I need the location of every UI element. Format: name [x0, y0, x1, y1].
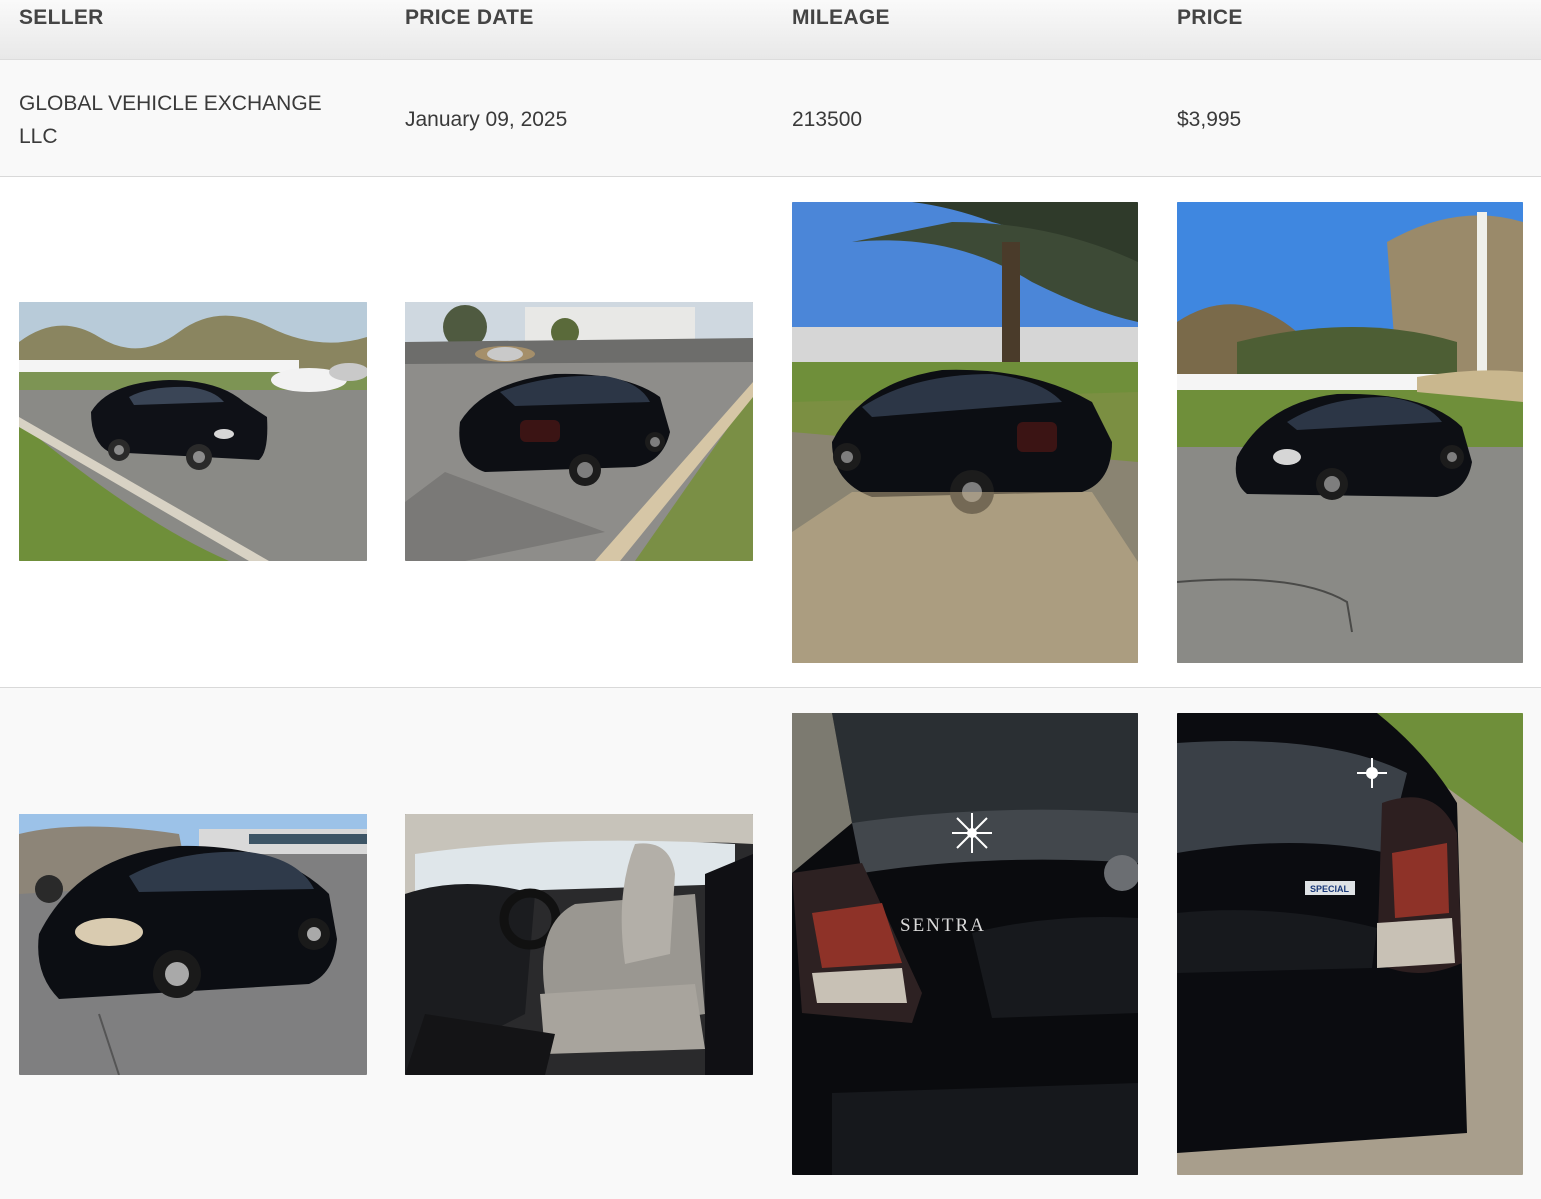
table-header: SELLER PRICE DATE MILEAGE PRICE [0, 0, 1541, 60]
photo-row: SENTRA SPECIAL [0, 688, 1541, 1199]
column-header-price: PRICE [1177, 6, 1243, 29]
vehicle-photo[interactable] [792, 202, 1138, 663]
column-header-price-date: PRICE DATE [405, 6, 534, 29]
vehicle-photo[interactable] [19, 814, 367, 1075]
sentra-badge: SENTRA [900, 915, 986, 936]
vehicle-photo[interactable] [405, 814, 753, 1075]
special-badge: SPECIAL [1310, 884, 1350, 894]
seller-value: GLOBAL VEHICLE EXCHANGE LLC [19, 92, 322, 148]
vehicle-photo[interactable] [1177, 202, 1523, 663]
vehicle-photo[interactable] [405, 302, 753, 561]
vehicle-photo[interactable] [19, 302, 367, 561]
mileage-value: 213500 [792, 108, 863, 131]
vehicle-photo[interactable]: SPECIAL [1177, 713, 1523, 1175]
price-date-value: January 09, 2025 [405, 108, 568, 131]
table-row: GLOBAL VEHICLE EXCHANGE LLC January 09, … [0, 60, 1541, 177]
column-header-seller: SELLER [19, 6, 104, 29]
photo-row [0, 177, 1541, 688]
column-header-mileage: MILEAGE [792, 6, 890, 29]
vehicle-photo[interactable]: SENTRA [792, 713, 1138, 1175]
price-value: $3,995 [1177, 108, 1242, 131]
